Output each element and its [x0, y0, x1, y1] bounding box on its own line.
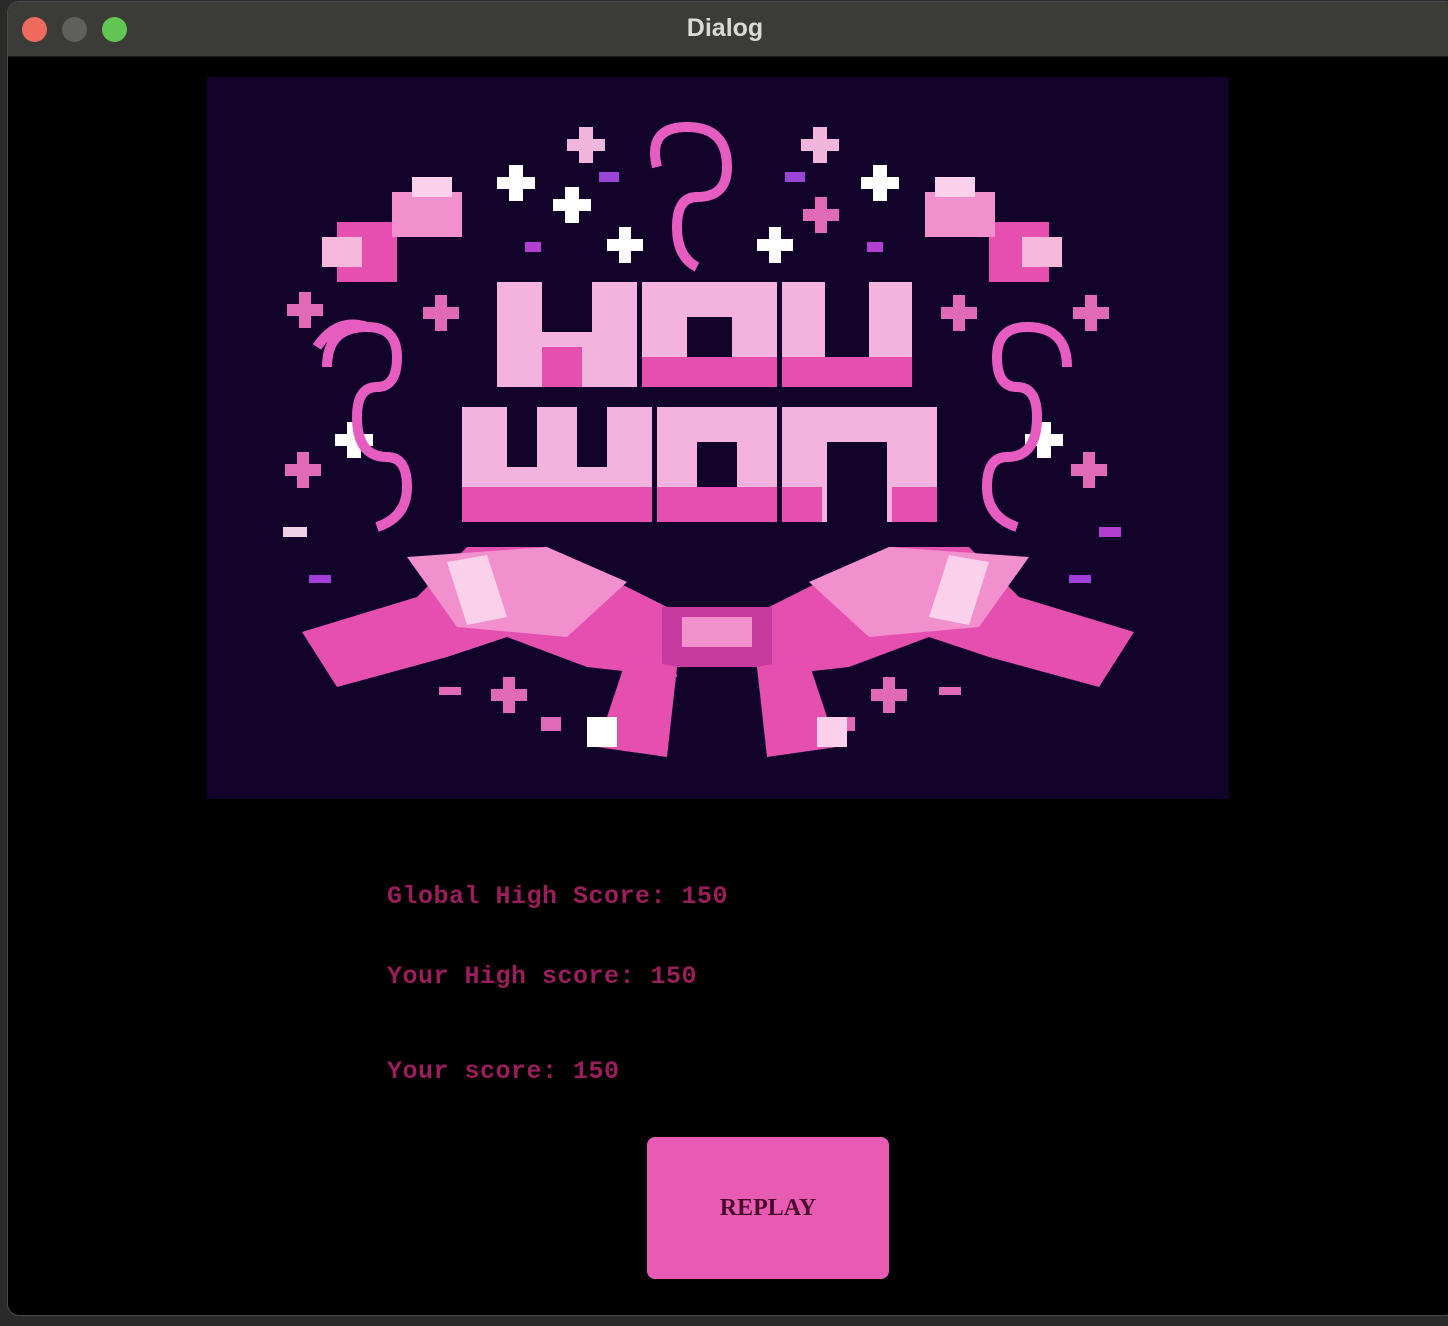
- title-bar[interactable]: Dialog: [8, 2, 1448, 57]
- you-won-banner-image: [207, 77, 1229, 799]
- window-title: Dialog: [686, 14, 764, 42]
- dialog-window: Dialog Global High Score: 150 Your High …: [7, 1, 1448, 1316]
- won-text: [462, 407, 937, 522]
- candy-right: [925, 177, 1062, 282]
- replay-button[interactable]: REPLAY: [647, 1137, 889, 1279]
- your-score: Your score: 150: [387, 1057, 620, 1086]
- your-high-score: Your High score: 150: [387, 962, 698, 991]
- global-high-score: Global High Score: 150: [387, 882, 729, 911]
- you-text: [497, 282, 912, 387]
- candy-left: [322, 177, 462, 282]
- you-won-pixel-art: [283, 121, 1134, 757]
- ribbon-bow: [302, 547, 1134, 757]
